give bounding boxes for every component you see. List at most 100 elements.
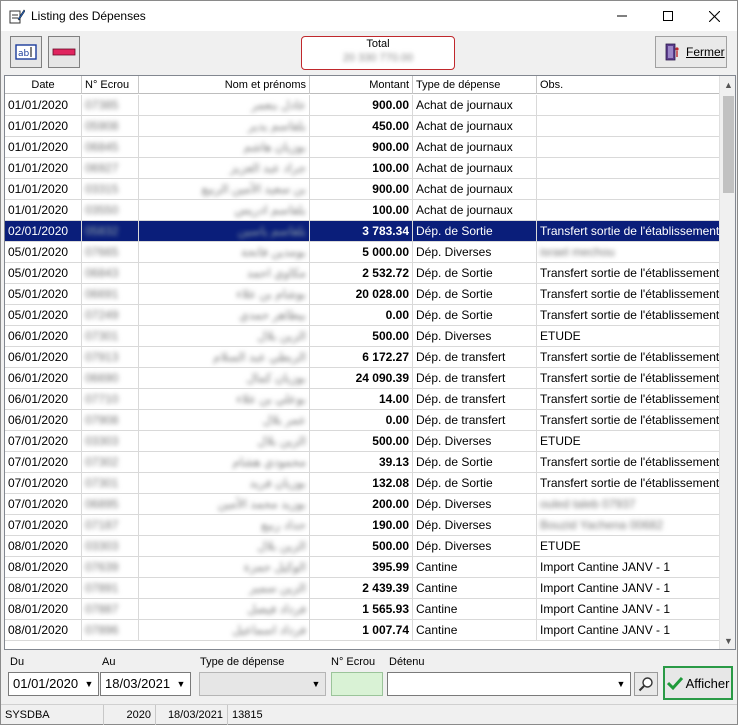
cell-obs: Transfert sortie de l'établissement	[537, 347, 720, 367]
table-row[interactable]: 01/01/2020 06845 بوزيان هاشم 900.00 Achat de…	[5, 137, 720, 158]
close-icon[interactable]	[691, 1, 737, 31]
vertical-scrollbar[interactable]: ▲ ▼	[719, 76, 735, 649]
cell-type: Cantine	[413, 599, 537, 619]
cell-obs: Transfert sortie de l'établissement	[537, 389, 720, 409]
cell-type-text: Achat de journaux	[416, 161, 513, 175]
col-header-nom[interactable]: Nom et prénoms	[139, 76, 310, 94]
cell-montant-text: 3 783.34	[362, 224, 409, 238]
chevron-down-icon[interactable]: ▼	[80, 673, 98, 695]
cell-montant-text: 39.13	[378, 455, 409, 469]
cell-date-text: 05/01/2020	[8, 266, 69, 280]
table-row[interactable]: 01/01/2020 03550 بلقاسم ادريس 100.00 Achat d…	[5, 200, 720, 221]
minimize-icon[interactable]	[599, 1, 645, 31]
table-row[interactable]: 07/01/2020 07187 حداد ربيع 190.00 Dép. Diver…	[5, 515, 720, 536]
cell-date: 06/01/2020	[5, 326, 82, 346]
scroll-up-icon[interactable]: ▲	[720, 76, 735, 93]
col-header-obs[interactable]: Obs.	[537, 76, 720, 94]
delete-button[interactable]	[48, 36, 80, 68]
cell-montant: 3 783.34	[310, 221, 413, 241]
table-row[interactable]: 01/01/2020 07385 عادل بنعمر 900.00 Achat de …	[5, 95, 720, 116]
cell-montant: 20 028.00	[310, 284, 413, 304]
cell-ecrou-text: 07187	[85, 518, 119, 532]
type-depense-select[interactable]: ▼	[199, 672, 326, 696]
table-row[interactable]: 05/01/2020 06843 مكاوي احمد 2 532.72 Dép. de…	[5, 263, 720, 284]
cell-obs: Bouzid Yachena 00682	[537, 515, 720, 535]
chevron-down-icon[interactable]: ▼	[612, 673, 630, 695]
table-row[interactable]: 05/01/2020 07249 بيطاهر حمدي 0.00 Dép. de So…	[5, 305, 720, 326]
cell-ecrou-text: 06895	[85, 497, 119, 511]
du-date-field[interactable]: 01/01/2020 ▼	[8, 672, 99, 696]
cell-type: Dép. de Sortie	[413, 452, 537, 472]
table-row[interactable]: 05/01/2020 06691 بوشام بن علاء 20 028.00 Dép…	[5, 284, 720, 305]
table-row[interactable]: 07/01/2020 07302 محمودي هشام 39.13 Dép. de S…	[5, 452, 720, 473]
cell-montant-text: 900.00	[372, 140, 409, 154]
cell-ecrou: 07887	[82, 599, 139, 619]
table-row[interactable]: 06/01/2020 07710 بوعلي بن علاء 14.00 Dép. de…	[5, 389, 720, 410]
cell-ecrou-text: 06843	[85, 266, 119, 280]
cell-montant-text: 2 439.39	[362, 581, 409, 595]
scroll-down-icon[interactable]: ▼	[720, 632, 735, 649]
cell-type: Dép. Diverses	[413, 536, 537, 556]
table-row[interactable]: 01/01/2020 03315 بن سعيد الأمين الربيع 900.…	[5, 179, 720, 200]
cell-date-text: 02/01/2020	[8, 224, 69, 238]
search-button[interactable]	[634, 672, 658, 696]
maximize-icon[interactable]	[645, 1, 691, 31]
table-row[interactable]: 08/01/2020 07887 فرداد فيصل 1 565.93 Cantine…	[5, 599, 720, 620]
table-row[interactable]: 06/01/2020 07301 الزين بلال 500.00 Dép. Dive…	[5, 326, 720, 347]
status-year: 2020	[104, 705, 156, 725]
cell-ecrou: 07891	[82, 578, 139, 598]
table-row[interactable]: 08/01/2020 03303 الزين بلال 500.00 Dép. Dive…	[5, 536, 720, 557]
table-row[interactable]: 08/01/2020 07896 فرداد اسماعيل 1 007.74 Cant…	[5, 620, 720, 641]
cell-montant-text: 190.00	[372, 518, 409, 532]
du-date-value: 01/01/2020	[13, 676, 79, 691]
cell-date: 06/01/2020	[5, 347, 82, 367]
expenses-grid[interactable]: Date N° Ecrou Nom et prénoms Montant Typ…	[4, 75, 736, 650]
scroll-thumb[interactable]	[723, 96, 734, 193]
fermer-button[interactable]: Fermer	[655, 36, 727, 68]
cell-obs-text: israel mechou	[540, 245, 615, 259]
cell-date: 07/01/2020	[5, 452, 82, 472]
cell-ecrou: 05908	[82, 116, 139, 136]
ecrou-input[interactable]	[331, 672, 383, 696]
cell-obs: Transfert sortie de l'établissement	[537, 221, 720, 241]
status-date: 18/03/2021	[156, 705, 228, 725]
cell-type: Dép. de transfert	[413, 410, 537, 430]
col-header-date[interactable]: Date	[5, 76, 82, 94]
cell-montant-text: 6 172.27	[362, 350, 409, 364]
table-row[interactable]: 08/01/2020 07639 الوكيل حمزة 395.99 Cantine I…	[5, 557, 720, 578]
cell-type: Achat de journaux	[413, 200, 537, 220]
chevron-down-icon[interactable]: ▼	[307, 673, 325, 695]
cell-montant: 6 172.27	[310, 347, 413, 367]
cell-ecrou-text: 07302	[85, 455, 119, 469]
cell-nom: بوشام بن علاء	[139, 284, 310, 304]
table-row[interactable]: 05/01/2020 07665 بومدين فاتحة 5 000.00 Dép. …	[5, 242, 720, 263]
cell-ecrou-text: 07665	[85, 245, 119, 259]
table-row[interactable]: 01/01/2020 06927 جراد عبد العزيز 100.00 Acha…	[5, 158, 720, 179]
table-row[interactable]: 06/01/2020 07908 عمر بلال 0.00 Dép. de trans…	[5, 410, 720, 431]
cell-nom: فرداد فيصل	[139, 599, 310, 619]
cell-date-text: 07/01/2020	[8, 476, 69, 490]
cell-obs-text: Transfert sortie de l'établissement	[540, 413, 720, 427]
chevron-down-icon[interactable]: ▼	[172, 673, 190, 695]
cell-nom-text: بوزيان فريد	[249, 476, 306, 490]
detenu-select[interactable]: ▼	[387, 672, 631, 696]
table-row[interactable]: 08/01/2020 07891 الزين سمير 2 439.39 Cantine…	[5, 578, 720, 599]
table-row[interactable]: 07/01/2020 03303 الزين بلال 500.00 Dép. Dive…	[5, 431, 720, 452]
table-row[interactable]: 06/01/2020 07913 الربطي عبد السلام 6 172.27…	[5, 347, 720, 368]
col-header-ecrou[interactable]: N° Ecrou	[82, 76, 139, 94]
text-field-icon: ab	[15, 44, 37, 60]
table-row[interactable]: 07/01/2020 07301 بوزيان فريد 132.08 Dép. de …	[5, 473, 720, 494]
detenu-label: Détenu	[389, 656, 425, 668]
au-date-field[interactable]: 18/03/2021 ▼	[100, 672, 191, 696]
cell-date: 05/01/2020	[5, 263, 82, 283]
col-header-type[interactable]: Type de dépense	[413, 76, 537, 94]
cell-ecrou: 03303	[82, 431, 139, 451]
afficher-button[interactable]: Afficher	[663, 666, 733, 700]
table-row[interactable]: 07/01/2020 06895 بوزيد محمد الأمين 200.00 Dé…	[5, 494, 720, 515]
col-header-montant[interactable]: Montant	[310, 76, 413, 94]
table-row[interactable]: 06/01/2020 06690 بوزيان كمال 24 090.39 Dép. …	[5, 368, 720, 389]
edit-field-button[interactable]: ab	[10, 36, 42, 68]
table-row[interactable]: 02/01/2020 05832 بلقاسم ياسين 3 783.34 Dép. …	[5, 221, 720, 242]
cell-type: Dép. de Sortie	[413, 263, 537, 283]
table-row[interactable]: 01/01/2020 05908 بلقاسم يدير 450.00 Achat de…	[5, 116, 720, 137]
